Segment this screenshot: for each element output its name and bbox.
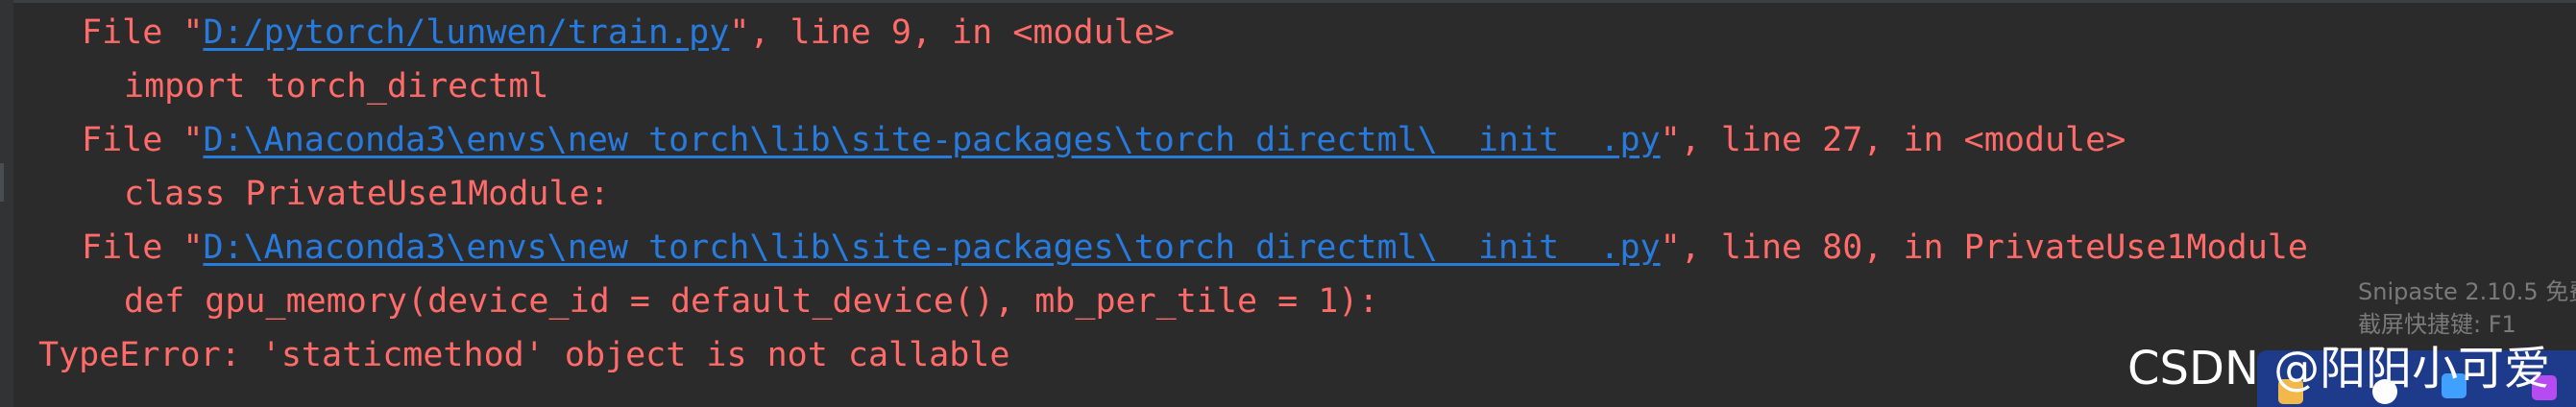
traceback-code-line: class PrivateUse1Module: bbox=[124, 175, 610, 213]
traceback-frame-line: File "D:/pytorch/lunwen/train.py", line … bbox=[82, 10, 1175, 56]
traceback-frame-line: File "D:\Anaconda3\envs\new_torch\lib\si… bbox=[82, 225, 2308, 271]
error-message: TypeError: 'staticmethod' object is not … bbox=[38, 336, 1010, 374]
file-path-link[interactable]: D:\Anaconda3\envs\new_torch\lib\site-pac… bbox=[203, 228, 1660, 267]
gutter-marker bbox=[0, 163, 4, 202]
console-output-panel: File "D:/pytorch/lunwen/train.py", line … bbox=[0, 0, 2576, 407]
traceback-code-line: def gpu_memory(device_id = default_devic… bbox=[124, 282, 1379, 321]
traceback-frame-line: File "D:\Anaconda3\envs\new_torch\lib\si… bbox=[82, 117, 2126, 163]
traceback-code-line: import torch_directml bbox=[124, 67, 549, 106]
file-path-link[interactable]: D:\Anaconda3\envs\new_torch\lib\site-pac… bbox=[203, 121, 1660, 159]
snipaste-version-watermark: Snipaste 2.10.5 免费版 bbox=[2358, 278, 2576, 305]
panel-top-border bbox=[0, 0, 2576, 3]
frame-prefix: File " bbox=[82, 121, 204, 159]
console-gutter bbox=[0, 0, 13, 407]
frame-suffix: ", line 27, in <module> bbox=[1660, 121, 2126, 159]
frame-suffix: ", line 80, in PrivateUse1Module bbox=[1660, 228, 2308, 267]
csdn-watermark: CSDN @阳阳小可爱 bbox=[2127, 342, 2551, 395]
file-path-link[interactable]: D:/pytorch/lunwen/train.py bbox=[203, 13, 729, 52]
frame-prefix: File " bbox=[82, 13, 204, 52]
frame-suffix: ", line 9, in <module> bbox=[729, 13, 1175, 52]
frame-prefix: File " bbox=[82, 228, 204, 267]
